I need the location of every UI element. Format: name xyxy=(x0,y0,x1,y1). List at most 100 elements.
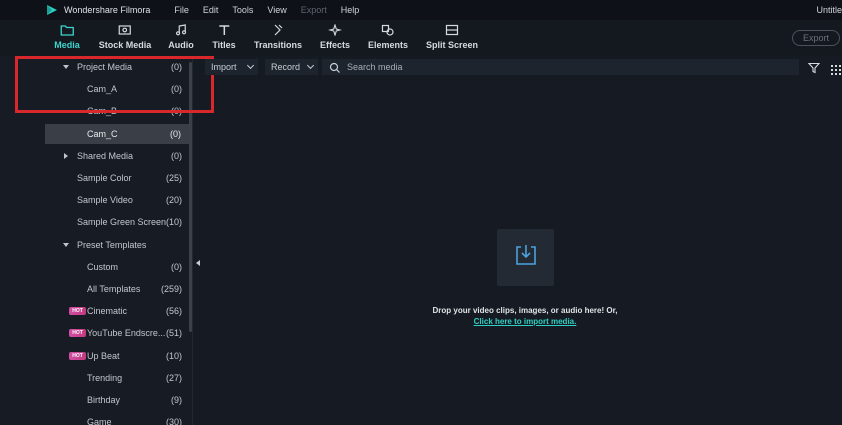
hot-badge: HOT xyxy=(69,329,86,338)
sidebar-item-count: (0) xyxy=(171,261,182,272)
filmora-window: Wondershare Filmora File Edit Tools View Exp… xyxy=(0,0,842,425)
menu-bar: File Edit Tools View Export Help xyxy=(174,5,373,15)
hot-badge: HOT xyxy=(69,307,86,316)
sidebar-item-count: (0) xyxy=(171,150,182,161)
filter-icon[interactable] xyxy=(807,61,821,74)
menu-edit[interactable]: Edit xyxy=(203,5,219,15)
sidebar-item-sample-video[interactable]: Sample Video (20) xyxy=(0,190,190,210)
sidebar-item-label: Cinematic xyxy=(87,306,128,317)
menu-view[interactable]: View xyxy=(267,5,286,15)
import-drop-area[interactable] xyxy=(497,229,554,286)
main-tab-bar: Export Media Stock Media Audio Titles Transi… xyxy=(0,20,842,56)
title-bar: Wondershare Filmora File Edit Tools View Exp… xyxy=(0,0,842,20)
sparkle-icon xyxy=(327,23,343,37)
sidebar-item-count: (259) xyxy=(160,284,182,294)
import-download-icon xyxy=(513,242,539,273)
caret-right-icon[interactable] xyxy=(64,152,68,159)
search-icon xyxy=(329,61,341,73)
export-button[interactable]: Export xyxy=(792,30,840,46)
sidebar-item-label: YouTube Endscre... xyxy=(87,328,166,339)
menu-export[interactable]: Export xyxy=(301,5,327,15)
tab-label: Stock Media xyxy=(98,40,152,50)
sidebar-item-custom[interactable]: Custom (0) xyxy=(0,257,190,277)
sidebar-item-label: All Templates xyxy=(87,284,141,294)
transitions-icon xyxy=(270,23,286,37)
sidebar-item-label: Sample Color xyxy=(77,173,132,183)
sidebar-item-label: Sample Green Screen xyxy=(77,217,167,228)
sidebar-item-birthday[interactable]: Birthday (9) xyxy=(0,390,190,410)
sidebar-item-label: Birthday xyxy=(87,395,121,405)
sidebar-item-label: Up Beat xyxy=(87,350,120,361)
sidebar-item-count: (10) xyxy=(165,350,182,361)
import-dropdown[interactable]: Import xyxy=(205,59,258,75)
sidebar-item-game[interactable]: Game (30) xyxy=(0,412,190,425)
sidebar-item-count: (10) xyxy=(165,217,182,228)
chevron-down-icon xyxy=(246,61,255,70)
sidebar-item-count: (56) xyxy=(165,306,182,317)
tab-audio[interactable]: Audio xyxy=(168,23,194,50)
tab-transitions[interactable]: Transitions xyxy=(254,23,302,50)
record-dropdown-label: Record xyxy=(271,62,301,72)
sidebar-item-youtube-endscre[interactable]: HOT YouTube Endscre... (51) xyxy=(0,323,190,343)
sidebar-item-label: Trending xyxy=(87,372,123,383)
caret-down-icon[interactable] xyxy=(63,242,69,247)
sidebar-item-count: (30) xyxy=(165,417,182,425)
sidebar-item-count: (27) xyxy=(165,372,182,383)
sidebar-item-count: (9) xyxy=(171,395,182,405)
search-input[interactable] xyxy=(347,62,767,72)
import-media-link[interactable]: Click here to import media. xyxy=(360,317,690,326)
chevron-down-icon xyxy=(306,61,315,70)
sidebar-item-label: Cam_C xyxy=(87,128,118,139)
menu-tools[interactable]: Tools xyxy=(232,5,253,15)
sidebar-item-count: (51) xyxy=(165,328,182,339)
document-title: Untitle xyxy=(816,5,842,15)
app-title: Wondershare Filmora xyxy=(64,5,151,15)
shapes-icon xyxy=(380,23,396,37)
tab-elements[interactable]: Elements xyxy=(368,23,408,50)
sidebar-item-all-templates[interactable]: All Templates (259) xyxy=(0,279,190,299)
tab-media[interactable]: Media xyxy=(54,23,80,50)
sidebar-item-label: Custom xyxy=(87,261,119,272)
sidebar-item-up-beat[interactable]: HOT Up Beat (10) xyxy=(0,346,190,366)
media-toolbar: Import Record xyxy=(205,57,842,77)
tab-label: Transitions xyxy=(253,40,303,50)
menu-help[interactable]: Help xyxy=(341,5,360,15)
sidebar-item-label: Preset Templates xyxy=(77,239,147,250)
grid-view-icon[interactable] xyxy=(831,62,841,75)
highlight-annotation-box xyxy=(15,56,214,113)
sidebar-item-label: Shared Media xyxy=(77,150,134,161)
text-t-icon xyxy=(216,23,232,37)
cloud-icon xyxy=(117,23,133,37)
sidebar-item-label: Game xyxy=(87,417,112,425)
tab-stock-media[interactable]: Stock Media xyxy=(98,23,152,50)
split-screen-icon xyxy=(444,23,460,37)
sidebar-item-sample-color[interactable]: Sample Color (25) xyxy=(0,168,190,188)
tab-label: Titles xyxy=(212,40,236,50)
sidebar-item-shared-media[interactable]: Shared Media (0) xyxy=(0,146,190,166)
sidebar-item-count: (0) xyxy=(170,128,181,139)
tab-label: Media xyxy=(54,40,80,50)
record-dropdown[interactable]: Record xyxy=(265,59,318,75)
sidebar-item-label: Sample Video xyxy=(77,195,133,206)
filmora-logo-icon xyxy=(46,4,58,16)
sidebar-item-sample-green-screen[interactable]: Sample Green Screen (10) xyxy=(0,212,190,232)
sidebar-item-trending[interactable]: Trending (27) xyxy=(0,368,190,388)
tab-split-screen[interactable]: Split Screen xyxy=(426,23,478,50)
search-box xyxy=(322,59,799,75)
hot-badge: HOT xyxy=(69,351,86,360)
import-dropdown-label: Import xyxy=(211,62,237,72)
tab-label: Split Screen xyxy=(425,40,479,50)
tab-titles[interactable]: Titles xyxy=(212,23,236,50)
sidebar-item-count: (25) xyxy=(165,173,182,183)
tab-label: Elements xyxy=(367,40,409,50)
sidebar-item-preset-templates[interactable]: Preset Templates xyxy=(0,235,190,255)
music-note-icon xyxy=(173,23,189,37)
tab-label: Effects xyxy=(319,40,351,50)
collapse-sidebar-arrow-icon[interactable] xyxy=(196,260,200,266)
sidebar-item-cinematic[interactable]: HOT Cinematic (56) xyxy=(0,301,190,321)
drop-message: Drop your video clips, images, or audio … xyxy=(432,306,618,315)
sidebar-item-cam-c[interactable]: Cam_C (0) xyxy=(45,123,189,144)
sidebar-item-count: (20) xyxy=(165,195,182,206)
tab-effects[interactable]: Effects xyxy=(320,23,350,50)
menu-file[interactable]: File xyxy=(174,5,189,15)
